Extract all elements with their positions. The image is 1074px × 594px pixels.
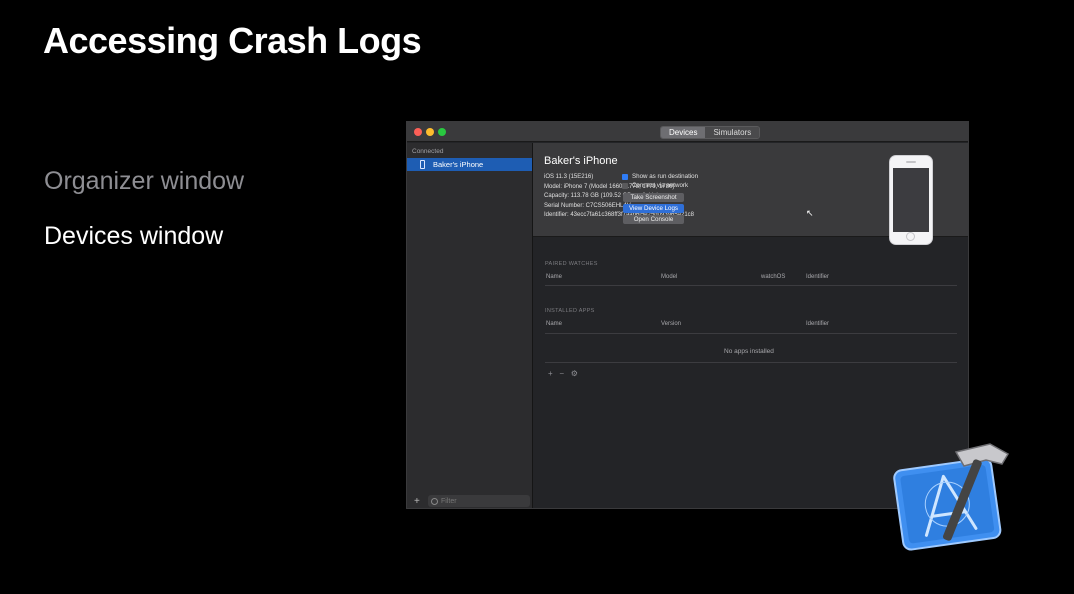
filter-field[interactable]: Filter (428, 495, 530, 507)
iphone-speaker (906, 161, 916, 163)
simulators-tab[interactable]: Simulators (705, 127, 760, 138)
apps-col-identifier: Identifier (806, 321, 830, 327)
take-screenshot-button[interactable]: Take Screenshot (623, 193, 684, 202)
devices-window: Devices Simulators Connected Baker's iPh… (406, 121, 969, 509)
checkbox-unchecked-icon (622, 182, 628, 189)
open-console-button[interactable]: Open Console (623, 215, 684, 224)
divider (545, 362, 957, 363)
xcode-app-icon (893, 443, 1010, 551)
window-titlebar: Devices Simulators (407, 122, 968, 142)
zoom-button[interactable] (438, 128, 446, 136)
phone-icon (420, 160, 425, 169)
apps-toolbar: + − ⚙ (548, 369, 578, 378)
installed-apps-title: INSTALLED APPS (545, 308, 595, 314)
slide-title: Accessing Crash Logs (43, 20, 422, 61)
iphone-image (889, 155, 933, 245)
connect-via-network-checkbox[interactable]: Connect via network (622, 182, 688, 189)
sidebar-item-bakers-iphone[interactable]: Baker's iPhone (407, 158, 532, 171)
bullet-devices-window: Devices window (44, 222, 224, 250)
filter-placeholder: Filter (441, 497, 457, 505)
gear-icon[interactable]: ⚙ (571, 369, 578, 378)
devices-simulators-segmented-control: Devices Simulators (660, 126, 761, 139)
watches-col-watchos: watchOS (761, 274, 786, 280)
no-apps-message: No apps installed (724, 348, 774, 355)
iphone-home-button (906, 232, 915, 241)
divider (545, 333, 957, 334)
watches-col-name: Name (546, 274, 563, 280)
bullet-organizer-window: Organizer window (44, 167, 245, 195)
watches-col-model: Model (661, 274, 678, 280)
device-sidebar: Connected Baker's iPhone + Filter (407, 143, 533, 508)
show-as-run-destination-checkbox[interactable]: Show as run destination (622, 173, 698, 180)
device-name: Baker's iPhone (544, 155, 618, 167)
close-button[interactable] (414, 128, 422, 136)
apps-col-name: Name (546, 321, 563, 327)
sidebar-item-label: Baker's iPhone (433, 160, 484, 169)
divider (545, 285, 957, 286)
cursor-icon: ↖ (806, 208, 814, 218)
sidebar-footer: + Filter (407, 492, 532, 508)
show-as-run-destination-label: Show as run destination (632, 173, 699, 180)
add-device-button[interactable]: + (414, 496, 422, 507)
iphone-screen (893, 168, 929, 232)
minimize-button[interactable] (426, 128, 434, 136)
filter-icon (431, 497, 438, 505)
add-app-button[interactable]: + (548, 369, 553, 378)
remove-app-button[interactable]: − (559, 369, 564, 378)
paired-watches-title: PAIRED WATCHES (545, 261, 598, 267)
view-device-logs-button[interactable]: View Device Logs (623, 204, 684, 213)
connect-via-network-label: Connect via network (632, 182, 689, 189)
apps-col-version: Version (661, 321, 682, 327)
checkbox-checked-icon (622, 173, 628, 180)
watches-col-identifier: Identifier (806, 274, 830, 280)
connected-section-header: Connected (412, 148, 444, 155)
devices-tab[interactable]: Devices (661, 127, 706, 138)
